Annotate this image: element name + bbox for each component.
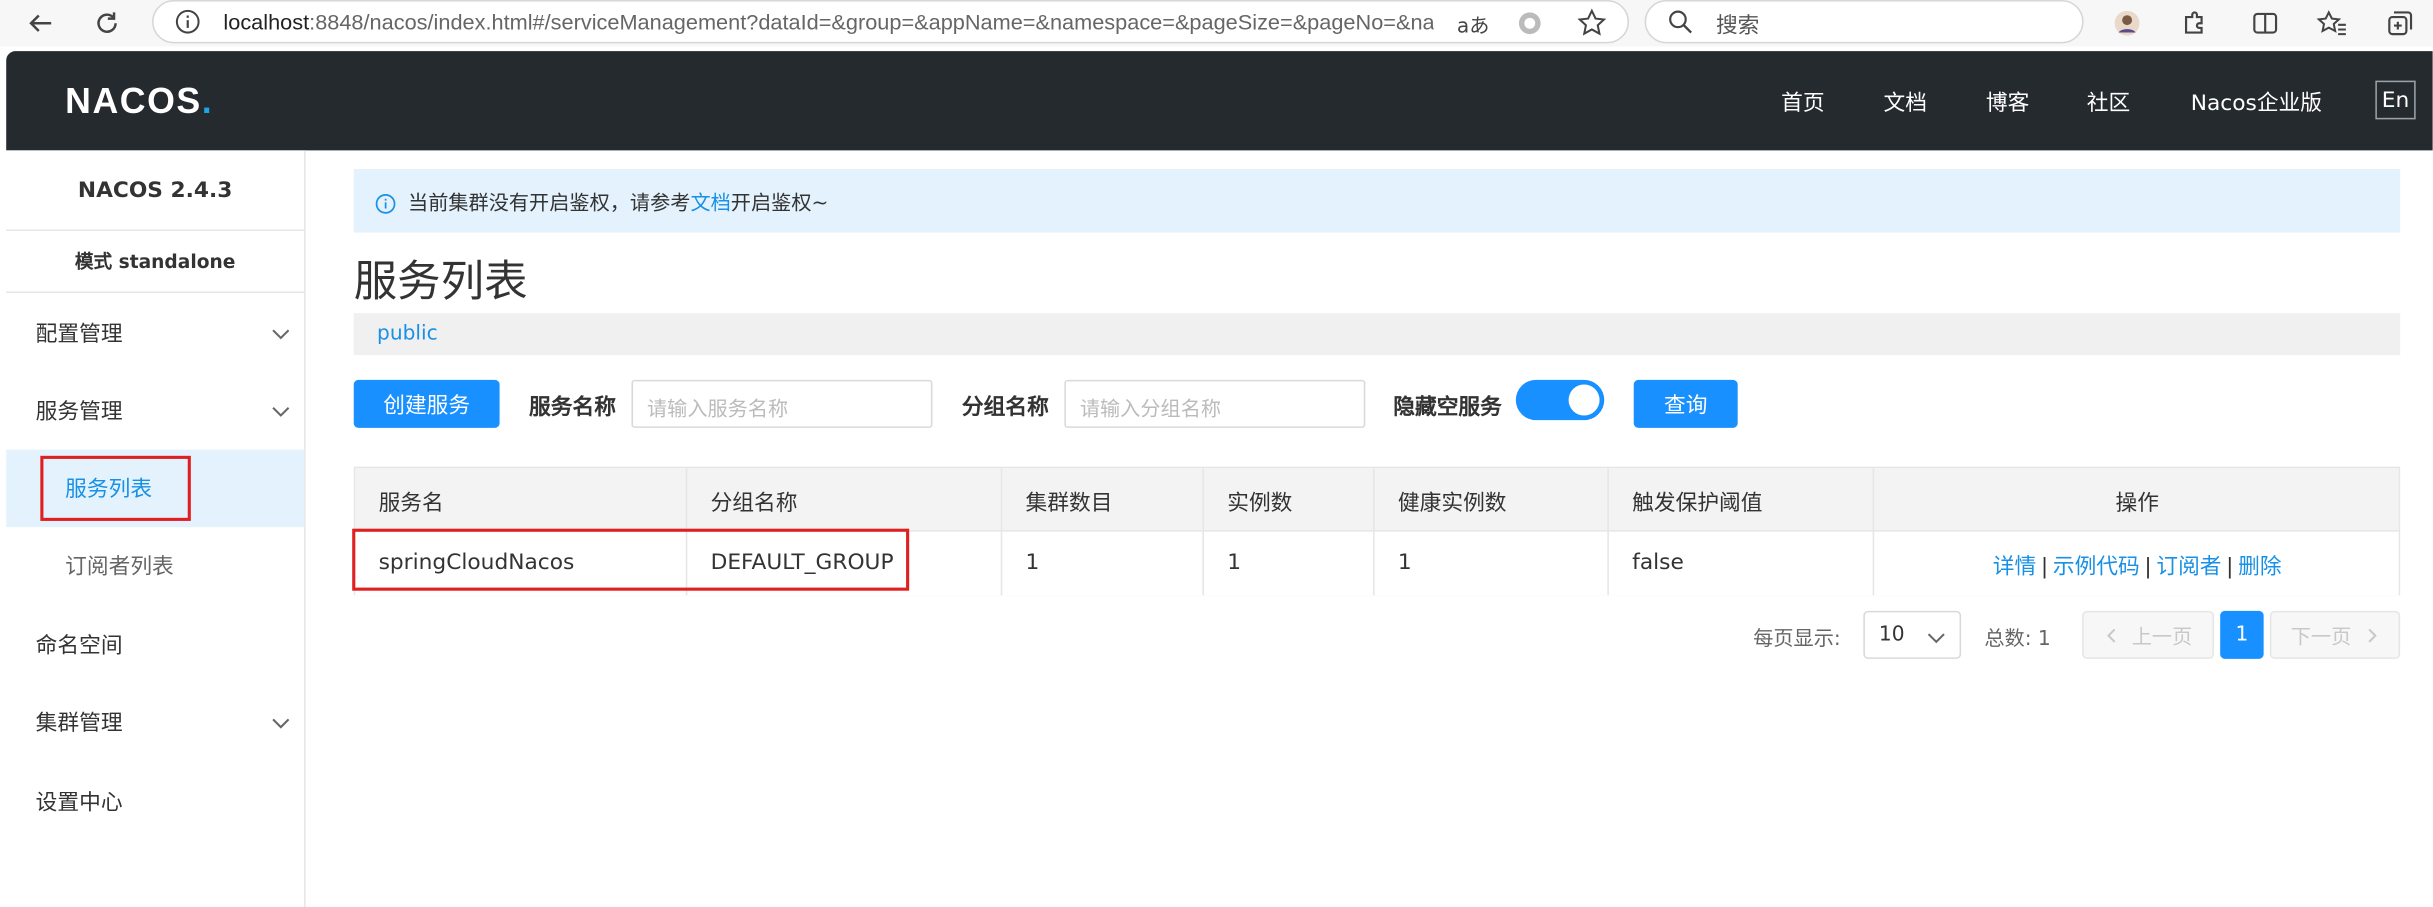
chevron-down-icon (272, 329, 290, 340)
total-count: 总数: 1 (1984, 627, 2051, 652)
group-name-placeholder: 请输入分组名称 (1079, 398, 1222, 422)
sidebar-item-config[interactable]: 配置管理 (6, 295, 304, 373)
sidebar: NACOS 2.4.3 模式 standalone 配置管理 服务管理 服务列表… (6, 150, 306, 907)
table-header: 服务名 分组名称 集群数目 实例数 健康实例数 触发保护阈值 操作 (355, 468, 2401, 532)
annotation-highlight-box (352, 528, 910, 591)
sidebar-item-settings[interactable]: 设置中心 (6, 763, 304, 841)
toggle-knob (1568, 384, 1600, 416)
service-name-input[interactable]: 请输入服务名称 (631, 379, 933, 428)
sidebar-item-label: 命名空间 (35, 634, 123, 659)
header-protect-threshold: 触发保护阈值 (1607, 468, 1872, 532)
cell-instance-count: 1 (1202, 531, 1373, 596)
page-size-select[interactable]: 10 (1863, 610, 1962, 659)
hide-empty-label: 隐藏空服务 (1393, 395, 1502, 421)
sidebar-item-subscriber-list[interactable]: 订阅者列表 (6, 527, 304, 605)
sample-code-link[interactable]: 示例代码 (2053, 555, 2140, 580)
prev-page-button[interactable]: 上一页 (2082, 610, 2214, 659)
read-aloud-icon[interactable]: aあ (1457, 9, 1490, 39)
header-healthy-count: 健康实例数 (1373, 468, 1607, 532)
page-size-label: 每页显示: (1753, 627, 1841, 652)
search-placeholder: 搜索 (1715, 13, 1760, 39)
split-screen-icon[interactable] (2247, 5, 2284, 42)
reload-icon[interactable] (88, 5, 125, 42)
notice-text: 当前集群没有开启鉴权，请参考文档开启鉴权~ (408, 192, 829, 216)
language-switch-button[interactable]: En (2375, 80, 2416, 120)
annotation-highlight-box (40, 455, 191, 521)
notice-doc-link[interactable]: 文档 (690, 192, 730, 215)
cell-protect-threshold: false (1607, 531, 1872, 596)
collections-icon[interactable] (2382, 5, 2419, 42)
group-name-input[interactable]: 请输入分组名称 (1064, 379, 1366, 428)
header-service-name: 服务名 (378, 491, 444, 517)
query-button[interactable]: 查询 (1633, 379, 1738, 428)
favorites-icon[interactable] (2313, 5, 2350, 42)
namespace-bar: public (353, 313, 2401, 356)
site-info-icon[interactable] (175, 9, 200, 34)
extensions-icon[interactable] (2175, 5, 2212, 42)
current-page-button[interactable]: 1 (2220, 610, 2264, 659)
sidebar-item-namespace[interactable]: 命名空间 (6, 606, 304, 684)
page-title: 服务列表 (353, 255, 528, 307)
header-cluster-count: 集群数目 (1000, 468, 1203, 532)
group-name-label: 分组名称 (961, 395, 1049, 421)
auth-notice: 当前集群没有开启鉴权，请参考文档开启鉴权~ (353, 168, 2401, 233)
address-bar[interactable]: localhost:8848/nacos/index.html#/service… (152, 0, 1630, 45)
header-group-name: 分组名称 (685, 468, 1001, 532)
header-operations: 操作 (1872, 468, 2401, 532)
service-name-label: 服务名称 (529, 395, 616, 421)
sidebar-item-label: 集群管理 (35, 711, 123, 737)
create-service-button[interactable]: 创建服务 (353, 379, 500, 428)
header-instance-count: 实例数 (1202, 468, 1373, 532)
subscriber-link[interactable]: 订阅者 (2156, 555, 2221, 580)
sidebar-item-label: 设置中心 (35, 790, 123, 816)
chevron-right-icon (2367, 627, 2376, 642)
sidebar-item-label: 订阅者列表 (65, 555, 174, 580)
cell-operations: 详情 | 示例代码 | 订阅者 | 删除 (1872, 531, 2401, 596)
next-page-button[interactable]: 下一页 (2269, 610, 2401, 659)
search-icon (1668, 9, 1693, 40)
sidebar-item-cluster-management[interactable]: 集群管理 (6, 684, 304, 762)
top-navigation: NACOS. 首页 文档 博客 社区 Nacos企业版 En (6, 51, 2433, 151)
sidebar-item-label: 配置管理 (35, 322, 123, 348)
nav-home[interactable]: 首页 (1781, 87, 1824, 118)
nav-blog[interactable]: 博客 (1986, 87, 2029, 118)
nav-docs[interactable]: 文档 (1884, 87, 1927, 118)
favorite-star-icon[interactable] (1576, 8, 1607, 45)
browser-toolbar: localhost:8848/nacos/index.html#/service… (0, 0, 2433, 47)
url-text[interactable]: localhost:8848/nacos/index.html#/service… (223, 9, 1433, 34)
cell-cluster-count: 1 (1000, 531, 1203, 596)
service-name-placeholder: 请输入服务名称 (646, 398, 789, 422)
cell-healthy-count: 1 (1373, 531, 1607, 596)
edge-sync-icon[interactable] (1516, 9, 1544, 43)
info-icon (375, 191, 396, 220)
nav-community[interactable]: 社区 (2087, 87, 2130, 118)
profile-avatar-icon[interactable] (2108, 5, 2145, 42)
chevron-down-icon (272, 718, 290, 729)
sidebar-item-label: 服务管理 (35, 400, 123, 425)
chevron-down-icon (272, 407, 290, 417)
detail-link[interactable]: 详情 (1993, 555, 2036, 580)
back-icon[interactable] (22, 5, 59, 42)
mode-label: 模式 standalone (6, 231, 305, 294)
nav-enterprise[interactable]: Nacos企业版 (2191, 87, 2322, 118)
browser-search-box[interactable]: 搜索 (1644, 0, 2084, 44)
namespace-public[interactable]: public (377, 322, 438, 345)
version-label: NACOS 2.4.3 (6, 150, 305, 232)
delete-link[interactable]: 删除 (2238, 555, 2281, 580)
chevron-left-icon (2107, 627, 2116, 642)
hide-empty-toggle[interactable] (1515, 379, 1605, 421)
chevron-down-icon (1927, 633, 1945, 644)
nacos-logo[interactable]: NACOS. (65, 81, 213, 123)
sidebar-item-service-management[interactable]: 服务管理 (6, 372, 304, 450)
